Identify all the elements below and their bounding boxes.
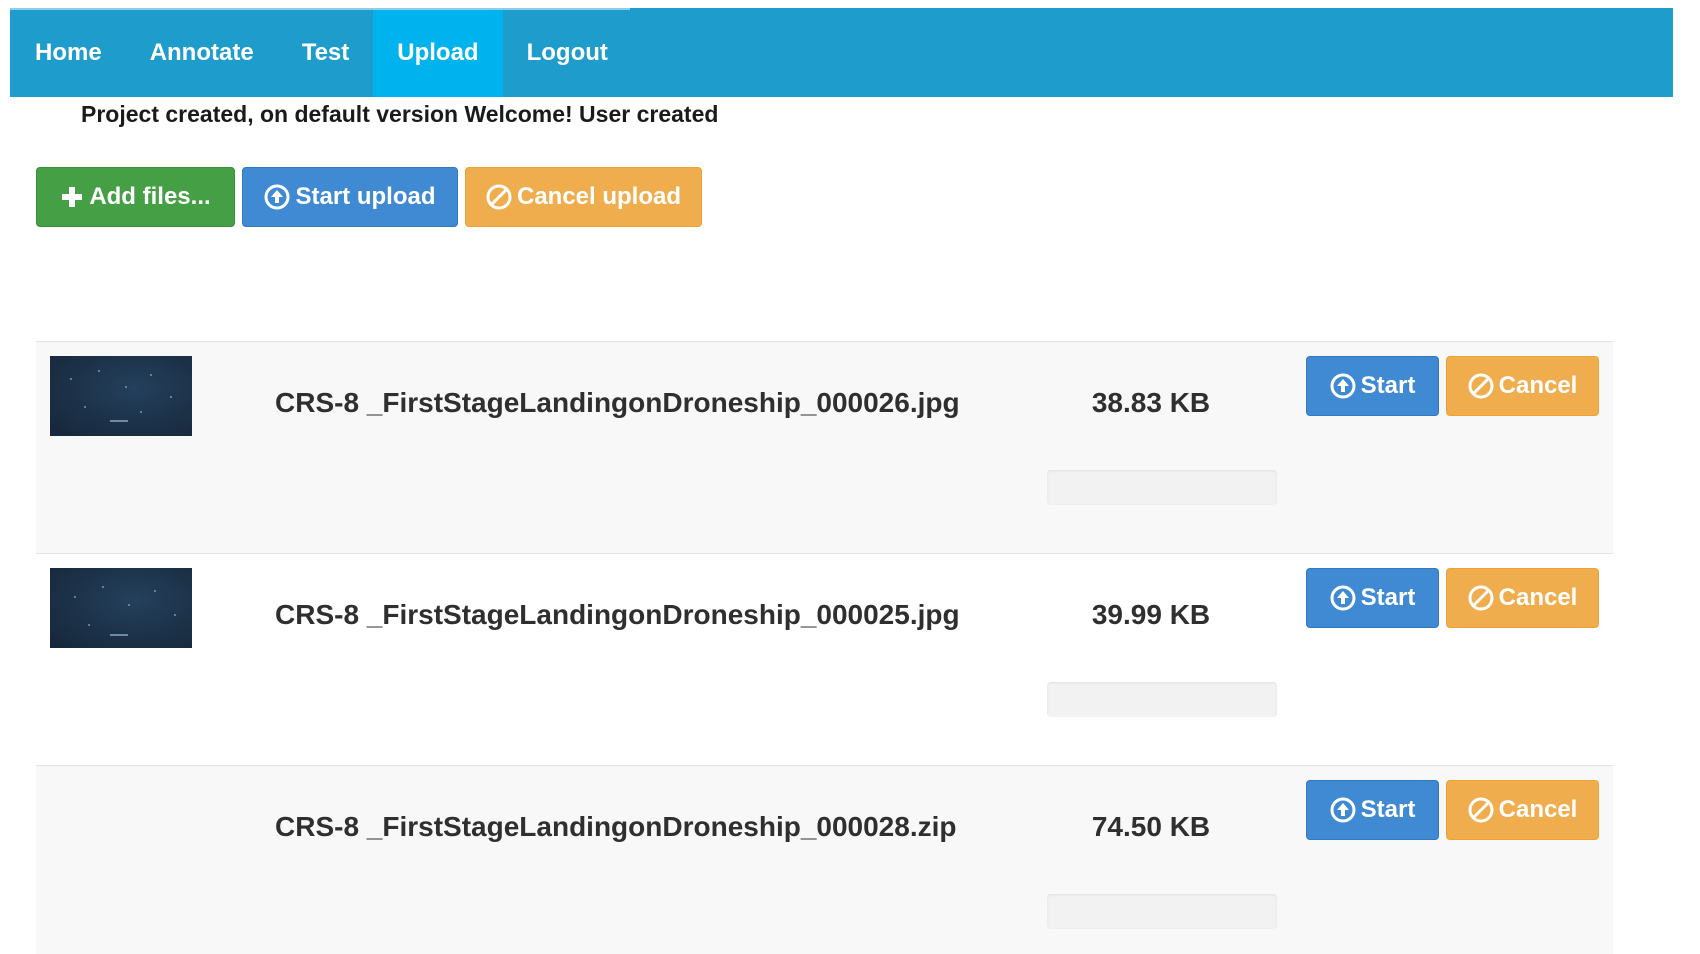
add-files-label: Add files... bbox=[89, 183, 211, 210]
table-row: CRS-8 _FirstStageLandingonDroneship_0000… bbox=[36, 553, 1613, 765]
status-message: Project created, on default version Welc… bbox=[81, 101, 719, 127]
start-label: Start bbox=[1360, 796, 1416, 823]
cancel-button[interactable]: Cancel bbox=[1446, 356, 1599, 416]
top-navbar: Home Annotate Test Upload Logout bbox=[10, 8, 1673, 97]
circle-arrow-up-icon bbox=[264, 184, 290, 210]
ban-circle-icon bbox=[486, 184, 512, 210]
ban-circle-icon bbox=[1468, 373, 1494, 399]
navbar-top-highlight bbox=[10, 8, 630, 10]
start-upload-button[interactable]: Start upload bbox=[242, 167, 458, 227]
cancel-button[interactable]: Cancel bbox=[1446, 568, 1599, 628]
file-size: 74.50 KB bbox=[1091, 811, 1211, 842]
cancel-upload-button[interactable]: Cancel upload bbox=[465, 167, 702, 227]
file-thumbnail bbox=[50, 356, 192, 436]
nav-item-home[interactable]: Home bbox=[10, 8, 126, 97]
file-size: 38.83 KB bbox=[1091, 387, 1211, 418]
ban-circle-icon bbox=[1468, 585, 1494, 611]
cancel-button[interactable]: Cancel bbox=[1446, 780, 1599, 840]
plus-icon bbox=[60, 185, 84, 209]
cancel-label: Cancel bbox=[1498, 796, 1578, 823]
file-name: CRS-8 _FirstStageLandingonDroneship_0000… bbox=[275, 599, 960, 630]
row-actions: Start Cancel bbox=[1306, 356, 1599, 416]
row-actions: Start Cancel bbox=[1306, 568, 1599, 628]
nav-item-test[interactable]: Test bbox=[278, 8, 374, 97]
progress-bar bbox=[1047, 894, 1277, 929]
start-upload-label: Start upload bbox=[295, 183, 436, 210]
start-label: Start bbox=[1360, 584, 1416, 611]
table-row: CRS-8 _FirstStageLandingonDroneship_0000… bbox=[36, 765, 1613, 954]
file-thumbnail bbox=[50, 568, 192, 648]
nav-item-logout[interactable]: Logout bbox=[503, 8, 632, 97]
table-row: CRS-8 _FirstStageLandingonDroneship_0000… bbox=[36, 341, 1613, 553]
circle-arrow-up-icon bbox=[1330, 797, 1356, 823]
progress-bar bbox=[1047, 682, 1277, 717]
progress-bar bbox=[1047, 470, 1277, 505]
file-name: CRS-8 _FirstStageLandingonDroneship_0000… bbox=[275, 387, 960, 418]
nav-item-upload[interactable]: Upload bbox=[373, 8, 503, 97]
file-size: 39.99 KB bbox=[1091, 599, 1211, 630]
nav-item-annotate[interactable]: Annotate bbox=[126, 8, 278, 97]
ban-circle-icon bbox=[1468, 797, 1494, 823]
circle-arrow-up-icon bbox=[1330, 373, 1356, 399]
start-label: Start bbox=[1360, 372, 1416, 399]
files-table: CRS-8 _FirstStageLandingonDroneship_0000… bbox=[36, 341, 1613, 954]
cancel-label: Cancel bbox=[1498, 372, 1578, 399]
add-files-button[interactable]: Add files... bbox=[36, 167, 235, 227]
circle-arrow-up-icon bbox=[1330, 585, 1356, 611]
start-button[interactable]: Start bbox=[1306, 780, 1439, 840]
start-button[interactable]: Start bbox=[1306, 356, 1439, 416]
upload-page: Home Annotate Test Upload Logout Project… bbox=[0, 0, 1700, 954]
cancel-upload-label: Cancel upload bbox=[516, 183, 682, 210]
upload-toolbar: Add files... Start upload Cancel upload bbox=[36, 167, 702, 227]
cancel-label: Cancel bbox=[1498, 584, 1578, 611]
start-button[interactable]: Start bbox=[1306, 568, 1439, 628]
row-actions: Start Cancel bbox=[1306, 780, 1599, 840]
file-name: CRS-8 _FirstStageLandingonDroneship_0000… bbox=[275, 811, 957, 842]
